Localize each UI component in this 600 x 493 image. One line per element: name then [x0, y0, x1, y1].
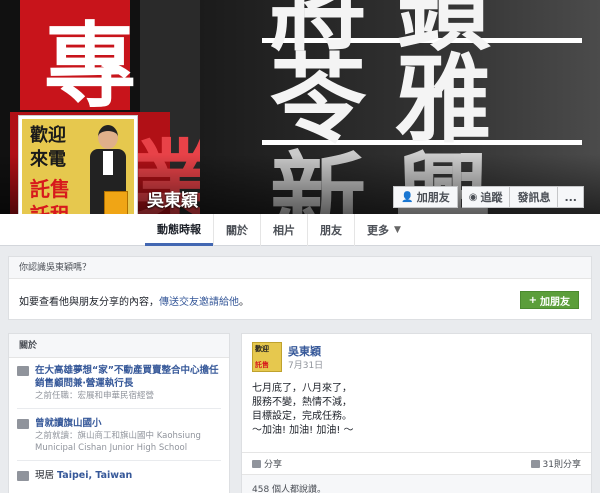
about-work-item: 在大高雄夢想“家”不動產買賣整合中心擔任銷售顧問兼‧營運執行長 之前任職：宏展和… — [9, 358, 229, 406]
follow-label: 追蹤 — [480, 191, 503, 204]
about-education-link[interactable]: 曾就讀旗山國小 — [35, 417, 221, 430]
share-count[interactable]: 31則分享 — [530, 457, 581, 470]
divider — [17, 460, 221, 461]
about-education-item: 曾就讀旗山國小 之前就讀：旗山商工和旗山國中 Kaohsiung Municip… — [9, 411, 229, 458]
know-person-prompt: 如要查看他與朋友分享的內容， — [19, 297, 159, 308]
know-person-end: 。 — [239, 297, 249, 308]
post-author[interactable]: 吳東穎 — [288, 343, 321, 359]
add-friend-button-green[interactable]: + 加朋友 — [519, 291, 579, 309]
person-shirt — [103, 151, 113, 175]
about-location-prefix: 現居 — [35, 470, 58, 481]
add-friend-button[interactable]: 👤 加朋友 — [393, 186, 458, 208]
chevron-down-icon: ▼ — [394, 225, 401, 235]
post-line: 服務不變，熱情不減， — [252, 397, 352, 408]
know-person-text: 如要查看他與朋友分享的內容，傳送交友邀請給他。 — [19, 293, 249, 308]
profile-tab-bar: 動態時報 關於 相片 朋友 更多 ▼ — [0, 214, 600, 246]
add-friend-green-label: 加朋友 — [540, 296, 570, 308]
briefcase-icon — [17, 366, 29, 376]
send-friend-request-link[interactable]: 傳送交友邀請給他 — [159, 297, 239, 308]
cover-char: 苓 — [270, 43, 366, 156]
tab-photos[interactable]: 相片 — [260, 214, 307, 246]
add-friend-icon: 👤 — [401, 191, 414, 203]
profile-actions: 👤 加朋友 ◉ 追蹤 發訊息 ... — [393, 186, 584, 208]
share-icon — [530, 459, 540, 468]
about-work-sub: 之前任職：宏展和申華民宿經營 — [35, 391, 155, 401]
know-person-title: 你認識吳東穎嗎？ — [9, 257, 591, 279]
about-education-sub: 之前就讀：旗山商工和旗山國中 Kaohsiung Municipal Cisha… — [35, 431, 201, 453]
cover-char: 雅 — [395, 43, 491, 156]
add-friend-icon: + — [528, 294, 537, 306]
profile-picture-text: 來電 — [30, 149, 66, 170]
follow-button[interactable]: ◉ 追蹤 — [461, 186, 511, 208]
about-panel: 關於 在大高雄夢想“家”不動產買賣整合中心擔任銷售顧問兼‧營運執行長 之前任職：… — [8, 333, 230, 493]
ellipsis-icon: ... — [564, 190, 577, 204]
tab-label: 相片 — [273, 224, 295, 237]
home-icon — [17, 471, 29, 481]
timeline-post: 歡迎 託售 吳東穎 7月31日 七月底了，八月來了， 服務不變，熱情不減， 目標… — [241, 333, 592, 493]
know-person-box: 你認識吳東穎嗎？ 如要查看他與朋友分享的內容，傳送交友邀請給他。 + 加朋友 — [8, 256, 592, 320]
post-actions: 分享 31則分享 — [242, 452, 591, 474]
post-line: 目標設定，完成任務。 — [252, 411, 352, 422]
post-footer: 458 個人都說讚。 — [242, 474, 591, 493]
tab-label: 動態時報 — [157, 222, 201, 236]
profile-picture-image: 歡迎 來電 託售 託租 — [22, 119, 134, 229]
post-line: 七月底了，八月來了， — [252, 383, 352, 394]
post-avatar-text: 歡迎 — [255, 345, 269, 353]
tab-friends[interactable]: 朋友 — [307, 214, 354, 246]
add-friend-label: 加朋友 — [416, 191, 450, 204]
post-body: 七月底了，八月來了， 服務不變，熱情不減， 目標設定，完成任務。 ～加油! 加油… — [252, 382, 572, 438]
share-icon — [252, 459, 261, 468]
cover-char: 專 — [44, 12, 137, 120]
post-avatar-text: 託售 — [255, 361, 269, 369]
tab-list: 動態時報 關於 相片 朋友 更多 ▼ — [145, 214, 413, 246]
post-avatar[interactable]: 歡迎 託售 — [252, 342, 282, 372]
share-count-label: 31則分享 — [542, 460, 581, 470]
tab-label: 關於 — [226, 224, 248, 237]
profile-name[interactable]: 吳東穎 — [147, 186, 198, 211]
message-label: 發訊息 — [517, 191, 551, 204]
post-line: ～加油! 加油! 加油! ～ — [252, 425, 354, 436]
tab-label: 更多 — [367, 224, 389, 237]
tab-more[interactable]: 更多 ▼ — [354, 214, 413, 246]
share-button[interactable]: 分享 — [252, 457, 282, 470]
about-location-item: 現居 Taipei, Taiwan — [9, 463, 229, 486]
about-location-text: 現居 Taipei, Taiwan — [35, 469, 221, 482]
share-label: 分享 — [264, 460, 283, 470]
about-location-link[interactable]: Taipei, Taiwan — [57, 470, 132, 481]
profile-picture-text: 歡迎 — [30, 125, 66, 146]
divider — [17, 408, 221, 409]
tab-about[interactable]: 關於 — [213, 214, 260, 246]
post-likes[interactable]: 458 個人都說讚。 — [252, 482, 326, 493]
tab-label: 朋友 — [320, 224, 342, 237]
about-work-link[interactable]: 在大高雄夢想“家”不動產買賣整合中心擔任銷售顧問兼‧營運執行長 — [35, 364, 221, 390]
more-options-button[interactable]: ... — [558, 186, 584, 208]
rss-icon: ◉ — [468, 191, 478, 203]
person-figure — [88, 125, 128, 227]
post-date[interactable]: 7月31日 — [288, 358, 323, 371]
graduation-cap-icon — [17, 419, 29, 429]
tab-timeline[interactable]: 動態時報 — [145, 214, 213, 246]
profile-picture-text: 託售 — [30, 177, 70, 201]
person-head — [98, 125, 118, 149]
message-button[interactable]: 發訊息 — [510, 186, 559, 208]
about-title: 關於 — [9, 334, 229, 358]
